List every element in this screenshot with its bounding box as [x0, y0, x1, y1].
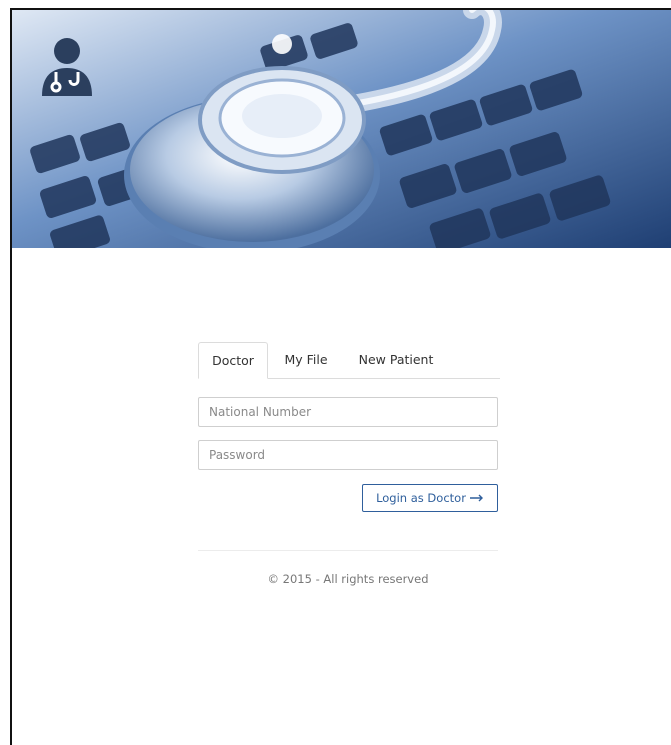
login-tabs: Doctor My File New Patient [198, 342, 500, 379]
login-as-doctor-button[interactable]: Login as Doctor [362, 484, 498, 512]
page-frame: Doctor My File New Patient Login as Doct… [10, 8, 671, 745]
national-number-input[interactable] [198, 397, 498, 427]
tab-doctor[interactable]: Doctor [198, 342, 268, 379]
login-button-label: Login as Doctor [376, 491, 466, 505]
footer-divider [198, 550, 498, 551]
tab-my-file[interactable]: My File [276, 342, 336, 378]
header-banner [12, 10, 671, 248]
arrow-right-icon [469, 494, 483, 502]
tab-new-patient[interactable]: New Patient [350, 342, 442, 378]
login-panel: Doctor My File New Patient Login as Doct… [198, 342, 500, 586]
banner-image [12, 10, 671, 248]
doctor-stethoscope-icon [42, 38, 92, 96]
copyright-text: © 2015 - All rights reserved [267, 572, 429, 586]
password-input[interactable] [198, 440, 498, 470]
